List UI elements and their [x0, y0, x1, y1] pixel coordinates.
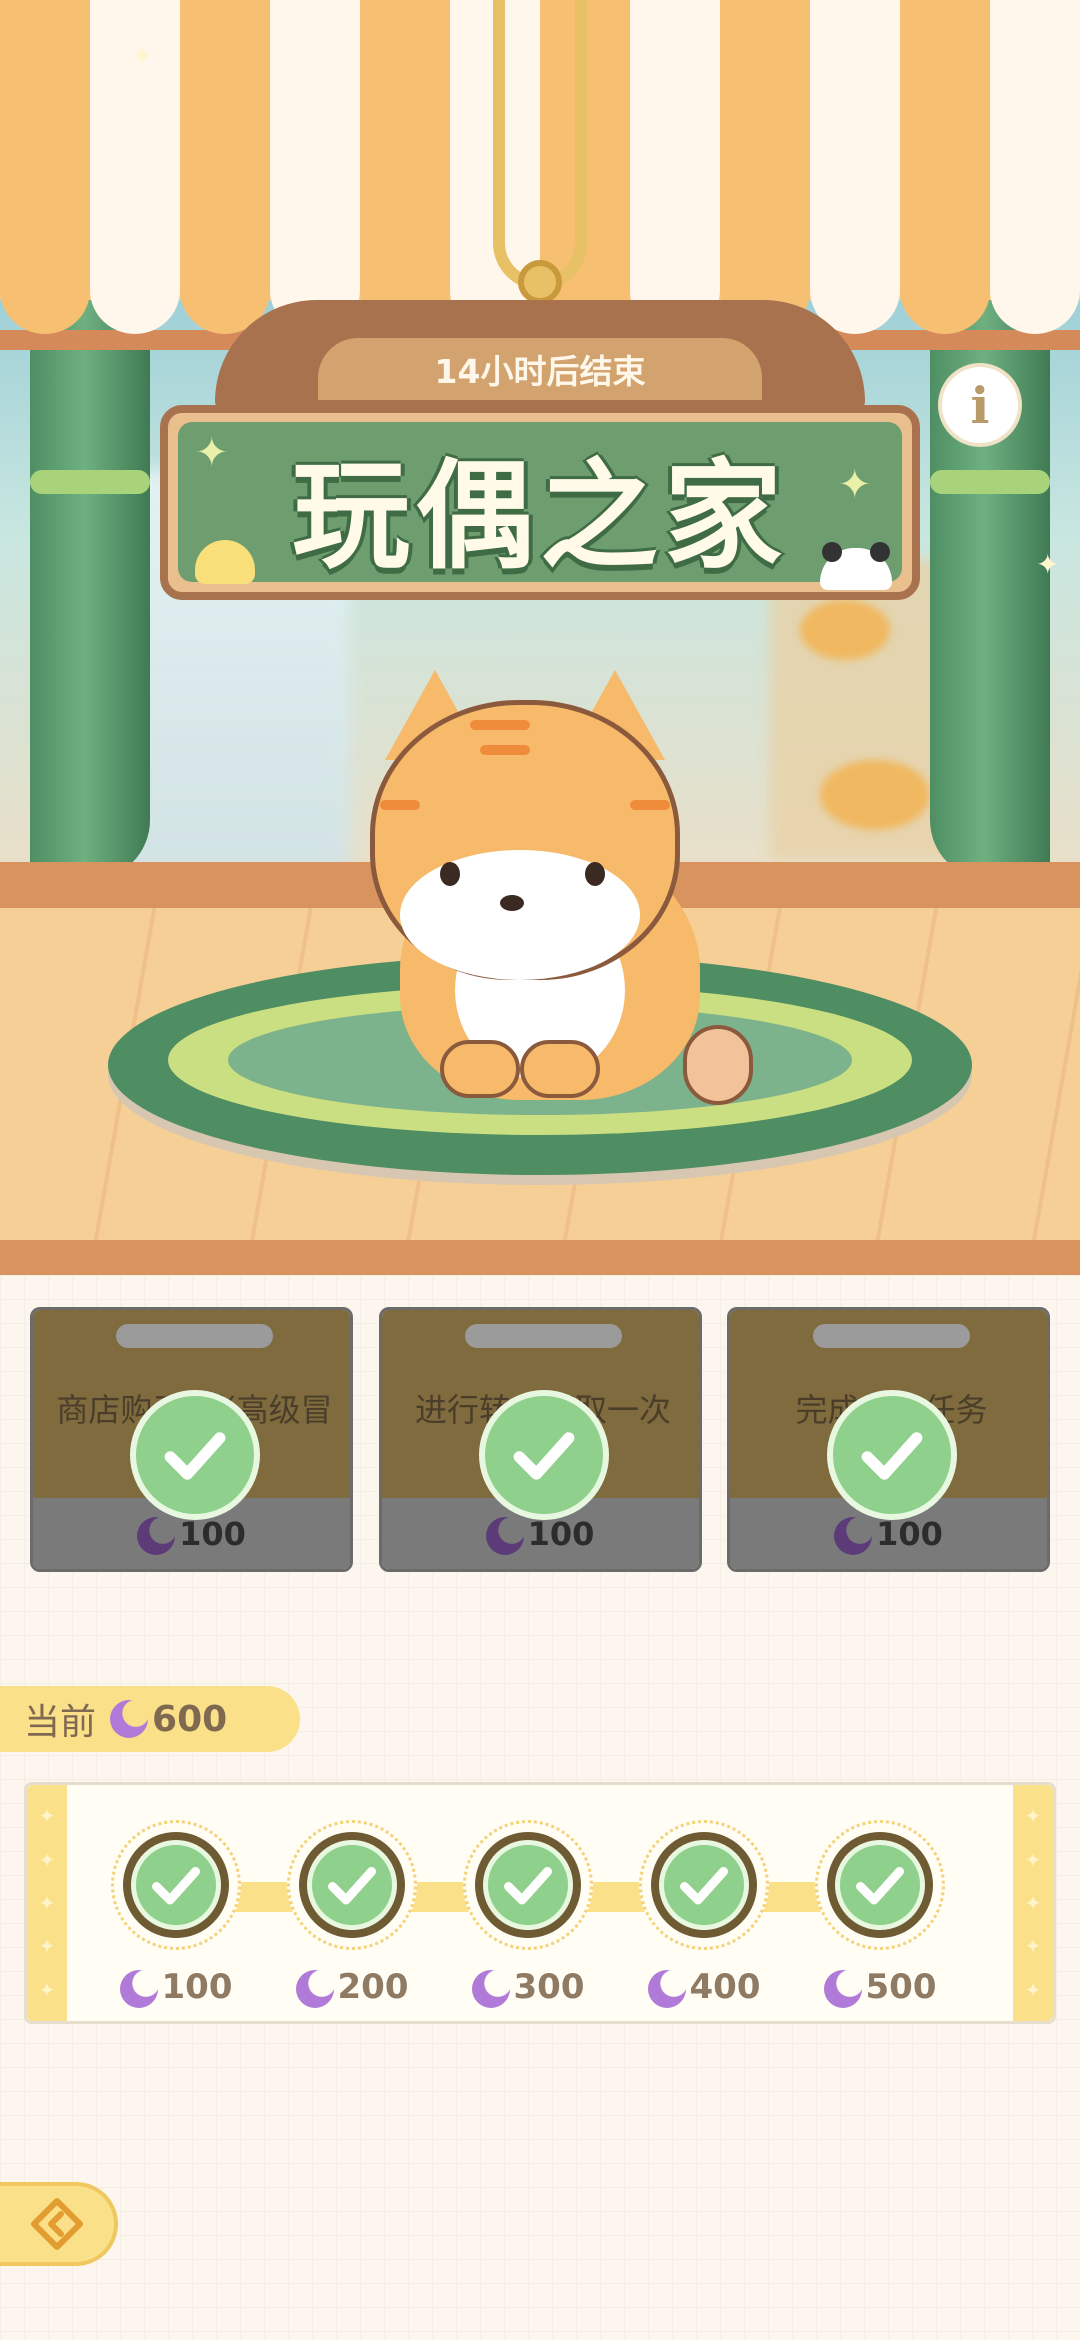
- task-reward-value: 100: [876, 1515, 943, 1553]
- task-reward: 100: [730, 1515, 1047, 1555]
- sparkle-icon: ✦: [838, 462, 872, 508]
- check-icon: [131, 1840, 221, 1930]
- back-arrow-icon: [31, 2198, 83, 2250]
- task-card-handle: [813, 1324, 970, 1348]
- milestone-value: 400: [639, 1967, 769, 2008]
- moon-icon: [834, 1517, 873, 1555]
- check-icon: [307, 1840, 397, 1930]
- check-icon: [827, 1390, 957, 1520]
- task-card[interactable]: 完成每日任务 100: [727, 1307, 1050, 1572]
- current-value: 600: [152, 1698, 228, 1740]
- bread-decoration: [800, 600, 890, 660]
- cat-eye: [585, 862, 605, 886]
- sign-rope: [493, 0, 587, 290]
- check-icon: [478, 1390, 609, 1520]
- floor-edge: [0, 1240, 1080, 1275]
- current-points-badge: 当前 600: [0, 1686, 300, 1752]
- doll-house-scene: 14小时后结束 玩偶之家 ✦ ✦ ✦ ✦ i: [0, 0, 1080, 1275]
- milestone-value-text: 100: [161, 1967, 233, 2007]
- info-button[interactable]: i: [938, 363, 1022, 447]
- event-timer: 14小时后结束: [434, 352, 646, 391]
- check-icon: [659, 1840, 749, 1930]
- moon-icon: [137, 1517, 176, 1555]
- milestone-reward[interactable]: [815, 1820, 945, 1950]
- cat-stripe: [470, 720, 530, 730]
- cat-eye: [440, 862, 460, 886]
- milestone-value-text: 300: [513, 1967, 585, 2007]
- milestone-reward[interactable]: [463, 1820, 593, 1950]
- task-reward-value: 100: [527, 1515, 595, 1553]
- task-reward: 100: [33, 1515, 350, 1555]
- moon-icon: [471, 1969, 510, 2008]
- back-button[interactable]: [0, 2182, 118, 2266]
- task-card[interactable]: 商店购买1张高级冒险券 100: [30, 1307, 353, 1572]
- track-edge-right: ✦ ✦ ✦ ✦ ✦: [1013, 1785, 1053, 2021]
- task-reward: 100: [382, 1515, 699, 1555]
- moon-icon: [295, 1969, 334, 2008]
- current-label: 当前: [24, 1702, 97, 1743]
- milestone-value: 500: [815, 1967, 945, 2008]
- curtain-tie: [930, 470, 1050, 494]
- moon-icon: [485, 1517, 524, 1555]
- check-icon: [130, 1390, 260, 1520]
- curtain-tie: [30, 470, 150, 494]
- check-icon: [483, 1840, 573, 1930]
- cat-nose: [500, 895, 524, 911]
- curtain-left: [30, 300, 150, 880]
- task-card[interactable]: 进行转盘领取一次 100: [378, 1307, 702, 1572]
- moon-icon: [823, 1969, 862, 2008]
- panda-icon: [820, 542, 892, 590]
- milestone-track: ✦ ✦ ✦ ✦ ✦ ✦ ✦ ✦ ✦ ✦ 100 200 300 400 500: [24, 1782, 1056, 2024]
- task-card-handle: [116, 1324, 273, 1348]
- milestone-value-text: 500: [865, 1967, 937, 2007]
- task-reward-value: 100: [179, 1515, 246, 1553]
- milestone-value: 300: [463, 1967, 593, 2008]
- milestone-value-text: 400: [689, 1967, 761, 2007]
- sparkle-icon: ✦: [130, 40, 154, 73]
- cat-paw: [440, 1040, 520, 1098]
- moon-icon: [110, 1700, 149, 1738]
- cat-stripe: [630, 800, 670, 810]
- milestone-reward[interactable]: [287, 1820, 417, 1950]
- moon-icon: [647, 1969, 686, 2008]
- track-edge-left: ✦ ✦ ✦ ✦ ✦: [27, 1785, 67, 2021]
- task-card-handle: [464, 1324, 622, 1348]
- cat-stripe: [380, 800, 420, 810]
- sparkle-icon: ✦: [195, 430, 229, 476]
- rope-knot: [518, 260, 562, 304]
- info-icon: i: [970, 375, 990, 435]
- moon-icon: [119, 1969, 158, 2008]
- task-list: 商店购买1张高级冒险券 100 进行转盘领取一次 100 完成每日任务 100: [30, 1307, 1050, 1572]
- cat-paw: [520, 1040, 600, 1098]
- sparkle-icon: ✦: [1036, 548, 1060, 581]
- milestone-value-text: 200: [337, 1967, 409, 2007]
- event-title: 玩偶之家: [291, 447, 788, 585]
- cat-stripe: [480, 745, 530, 755]
- milestone-value: 100: [111, 1967, 241, 2008]
- milestone-reward[interactable]: [111, 1820, 241, 1950]
- cat-foot: [683, 1025, 753, 1105]
- bread-decoration: [820, 760, 930, 830]
- milestone-reward[interactable]: [639, 1820, 769, 1950]
- milestone-value: 200: [287, 1967, 417, 2008]
- check-icon: [835, 1840, 925, 1930]
